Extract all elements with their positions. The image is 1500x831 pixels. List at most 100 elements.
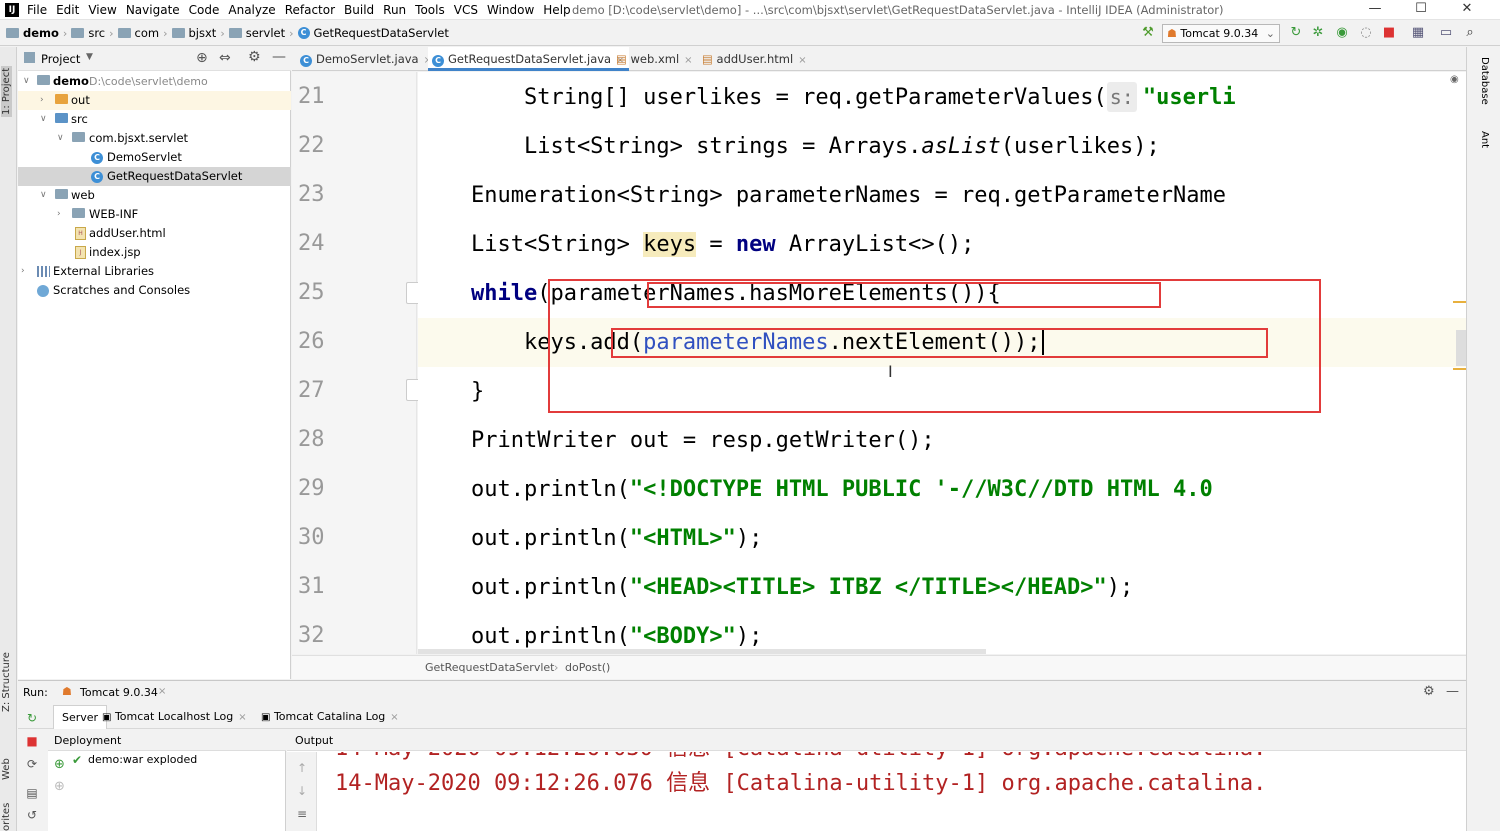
code-text: List<String> strings = Arrays. bbox=[418, 134, 922, 159]
gear-icon[interactable]: ⚙ bbox=[1423, 684, 1435, 699]
tree-item-scratches[interactable]: Scratches and Consoles bbox=[18, 281, 291, 300]
tree-item-demo[interactable]: ∨ demo D:\code\servlet\demo bbox=[18, 72, 291, 91]
inspection-eye-icon[interactable]: ◉ bbox=[1450, 74, 1459, 85]
code-line-30: out.println("<HTML>"); bbox=[418, 514, 1466, 563]
menu-help[interactable]: Help bbox=[543, 2, 570, 18]
arrow-down-icon[interactable]: ↓ bbox=[294, 783, 310, 799]
project-structure-icon[interactable]: ▦ bbox=[1410, 25, 1426, 41]
stop-icon[interactable]: ■ bbox=[24, 733, 40, 749]
database-tool-button[interactable]: Database bbox=[1479, 57, 1490, 105]
soft-wrap-icon[interactable]: ≡ bbox=[294, 806, 310, 822]
tab-server[interactable]: Server bbox=[53, 705, 108, 729]
close-icon[interactable]: × bbox=[390, 712, 398, 723]
console-output[interactable]: 14-May-2020 09:12:26.030 信息 [Catalina-ut… bbox=[318, 752, 1466, 831]
maximize-button[interactable]: ☐ bbox=[1398, 0, 1444, 20]
locate-icon[interactable]: ⊕ bbox=[196, 50, 208, 66]
hide-panel-icon[interactable]: — bbox=[272, 49, 286, 65]
close-icon[interactable]: × bbox=[798, 55, 806, 66]
coverage-icon[interactable]: ◉ bbox=[1334, 25, 1350, 41]
profile-icon[interactable]: ◌ bbox=[1358, 25, 1374, 41]
tab-getrequestdataservlet[interactable]: C GetRequestDataServlet.java × bbox=[428, 47, 629, 71]
close-icon[interactable]: × bbox=[238, 712, 246, 723]
menu-file[interactable]: File bbox=[27, 2, 47, 18]
undeploy-icon[interactable]: ⊕ bbox=[54, 779, 65, 794]
rerun-icon[interactable]: ↻ bbox=[24, 710, 40, 726]
crumb-servlet[interactable]: servlet bbox=[246, 26, 285, 40]
run-config-tab[interactable]: Tomcat 9.0.34 bbox=[80, 686, 158, 699]
refresh-icon[interactable]: ↺ bbox=[24, 807, 40, 823]
tab-adduser[interactable]: ▤ addUser.html × bbox=[702, 47, 807, 71]
ant-tool-button[interactable]: Ant bbox=[1479, 131, 1490, 148]
code-text: out.println( bbox=[418, 575, 630, 600]
menu-build[interactable]: Build bbox=[344, 2, 374, 18]
layout-icon[interactable]: ▤ bbox=[24, 785, 40, 801]
tree-item-package[interactable]: ∨ com.bjsxt.servlet bbox=[18, 129, 291, 148]
tree-item-web[interactable]: ∨ web bbox=[18, 186, 291, 205]
web-tool-button[interactable]: Web bbox=[1, 758, 12, 780]
code-line-23: Enumeration<String> parameterNames = req… bbox=[418, 171, 1466, 220]
breadcrumb-method[interactable]: doPost() bbox=[565, 661, 610, 674]
close-window-button[interactable]: ✕ bbox=[1444, 0, 1490, 20]
structure-tool-button[interactable]: Z: Structure bbox=[1, 652, 12, 712]
tab-webxml[interactable]: ▤ web.xml × bbox=[616, 47, 693, 71]
layout-icon[interactable]: ▭ bbox=[1438, 25, 1454, 41]
collapse-all-icon[interactable]: ⇔ bbox=[219, 50, 231, 66]
menu-view[interactable]: View bbox=[88, 2, 116, 18]
tree-item-src[interactable]: ∨ src bbox=[18, 110, 291, 129]
code-text: PrintWriter out = resp.getWriter(); bbox=[418, 428, 935, 453]
tree-item-external-libraries[interactable]: › External Libraries bbox=[18, 262, 291, 281]
crumb-class[interactable]: GetRequestDataServlet bbox=[314, 26, 449, 40]
menu-refactor[interactable]: Refactor bbox=[285, 2, 335, 18]
hide-panel-icon[interactable]: — bbox=[1446, 684, 1459, 699]
crumb-demo[interactable]: demo bbox=[23, 26, 59, 40]
project-tool-button[interactable]: 1: Project bbox=[1, 65, 12, 117]
editor-breadcrumb-bar: GetRequestDataServlet › doPost() bbox=[292, 655, 1466, 679]
menu-navigate[interactable]: Navigate bbox=[126, 2, 180, 18]
update-icon[interactable]: ⟳ bbox=[24, 756, 40, 772]
close-icon[interactable]: × bbox=[158, 686, 166, 697]
gear-icon[interactable]: ⚙ bbox=[248, 49, 261, 65]
close-icon[interactable]: × bbox=[684, 55, 692, 66]
crumb-src[interactable]: src bbox=[88, 26, 105, 40]
chevron-down-icon[interactable]: ▼ bbox=[86, 52, 93, 62]
tab-catalina-log[interactable]: ▣ Tomcat Catalina Log × bbox=[261, 705, 399, 729]
search-icon[interactable]: ⌕ bbox=[1462, 25, 1478, 41]
build-hammer-icon[interactable]: ⚒ bbox=[1140, 25, 1156, 41]
tree-item-getrequestdataservlet[interactable]: C GetRequestDataServlet bbox=[18, 167, 291, 186]
minimize-button[interactable]: — bbox=[1352, 0, 1398, 20]
code-editor[interactable]: String[] userlikes = req.getParameterVal… bbox=[418, 72, 1466, 654]
project-view-label[interactable]: Project bbox=[41, 52, 80, 66]
horizontal-scrollbar[interactable] bbox=[418, 649, 986, 654]
breadcrumb-class[interactable]: GetRequestDataServlet bbox=[425, 661, 554, 674]
menu-edit[interactable]: Edit bbox=[56, 2, 79, 18]
menu-window[interactable]: Window bbox=[487, 2, 534, 18]
menu-tools[interactable]: Tools bbox=[415, 2, 445, 18]
folder-icon bbox=[6, 28, 19, 38]
code-line-32: out.println("<BODY>"); bbox=[418, 612, 1466, 654]
menu-code[interactable]: Code bbox=[189, 2, 220, 18]
tree-label: Scratches and Consoles bbox=[53, 283, 191, 297]
crumb-com[interactable]: com bbox=[135, 26, 160, 40]
tree-item-web-inf[interactable]: › WEB-INF bbox=[18, 205, 291, 224]
crumb-bjsxt[interactable]: bjsxt bbox=[189, 26, 217, 40]
stop-icon[interactable]: ■ bbox=[1381, 25, 1397, 41]
highlighted-identifier: keys bbox=[643, 232, 697, 257]
menu-analyze[interactable]: Analyze bbox=[228, 2, 275, 18]
favorites-tool-button[interactable]: orites bbox=[1, 803, 12, 831]
rerun-icon[interactable]: ↻ bbox=[1288, 25, 1304, 41]
deployment-item[interactable]: demo:war exploded bbox=[88, 753, 197, 766]
tab-localhost-log[interactable]: ▣ Tomcat Localhost Log × bbox=[102, 705, 247, 729]
debug-icon[interactable]: ✲ bbox=[1310, 25, 1326, 41]
folder-icon bbox=[171, 28, 185, 38]
scrollbar-thumb[interactable] bbox=[1456, 330, 1466, 366]
tree-item-indexjsp[interactable]: J index.jsp bbox=[18, 243, 291, 262]
tree-item-demoservlet[interactable]: C DemoServlet bbox=[18, 148, 291, 167]
arrow-up-icon[interactable]: ↑ bbox=[294, 760, 310, 776]
tree-item-adduser[interactable]: H addUser.html bbox=[18, 224, 291, 243]
menu-run[interactable]: Run bbox=[383, 2, 406, 18]
deploy-icon[interactable]: ⊕ bbox=[54, 757, 65, 772]
tree-item-out[interactable]: › out bbox=[18, 91, 291, 110]
tab-demoservlet[interactable]: CDemoServlet.java× bbox=[300, 47, 432, 71]
menu-vcs[interactable]: VCS bbox=[454, 2, 478, 18]
run-configuration-select[interactable]: ☗ Tomcat 9.0.34 ⌄ bbox=[1162, 24, 1280, 43]
